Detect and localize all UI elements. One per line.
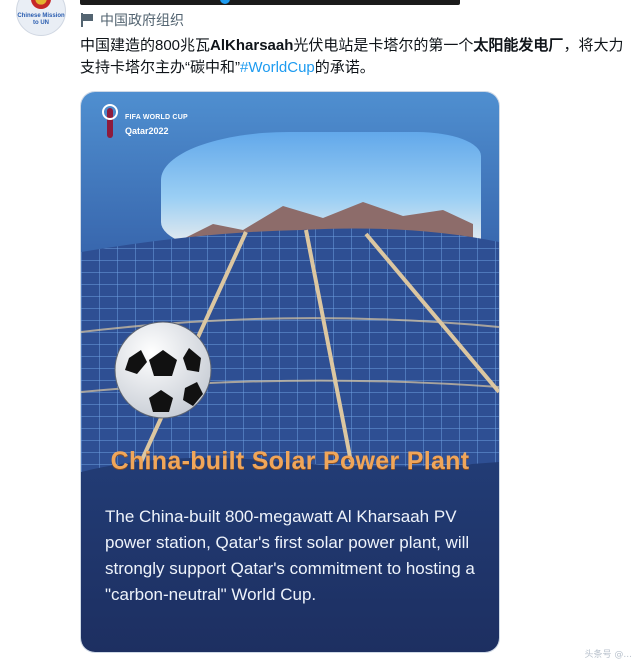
- tweet-text-part: 光伏电站是卡塔尔的第一个: [293, 37, 474, 54]
- tweet-media-card[interactable]: FIFA WORLD CUP Qatar2022 China-built Sol…: [81, 92, 499, 652]
- tweet-text-bold: AlKharsaah: [210, 37, 294, 54]
- tweet-text-part: 中国建造的800兆瓦: [80, 37, 211, 54]
- watermark: 头条号 @...: [584, 650, 632, 660]
- hashtag-link[interactable]: #WorldCup: [240, 59, 315, 76]
- emblem-icon: [31, 0, 51, 9]
- card-headline: China-built Solar Power Plant: [110, 447, 470, 475]
- fifa-logo-text: FIFA WORLD CUP: [125, 114, 188, 121]
- tweet-text-part: 的承诺。: [314, 59, 375, 76]
- fifa-world-cup-logo: FIFA WORLD CUP Qatar2022: [93, 100, 213, 142]
- soccer-ball-icon: [113, 320, 213, 420]
- fifa-logo-year: Qatar2022: [125, 126, 169, 136]
- account-label: 中国政府组织: [80, 10, 184, 30]
- flag-icon: [80, 12, 94, 28]
- fifa-trophy-icon: [101, 104, 119, 138]
- tweet-text-bold: 太阳能发电厂: [473, 37, 564, 54]
- account-label-text: 中国政府组织: [100, 12, 184, 28]
- tweet-text: 中国建造的800兆瓦AlKharsaah光伏电站是卡塔尔的第一个太阳能发电厂，将…: [80, 35, 632, 79]
- account-name-cropped[interactable]: [80, 0, 460, 5]
- card-body-text: The China-built 800-megawatt Al Kharsaah…: [105, 507, 475, 604]
- avatar[interactable]: Chinese Mission to UN: [16, 0, 66, 36]
- avatar-caption: Chinese Mission to UN: [17, 13, 65, 26]
